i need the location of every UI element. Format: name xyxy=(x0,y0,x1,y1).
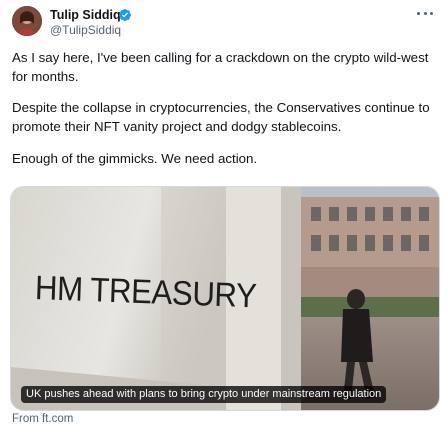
tweet-text: As I say here, I've been calling for a c… xyxy=(12,49,440,169)
tweet-paragraph: Enough of the gimmicks. We need action. xyxy=(12,150,258,166)
author-name[interactable]: Tulip Siddiq xyxy=(50,8,121,22)
sign-text: HM TREASURY xyxy=(34,269,257,316)
link-source[interactable]: From ft.com xyxy=(12,413,73,425)
tweet-paragraph: As I say here, I've been calling for a c… xyxy=(12,50,429,84)
tweet: Tulip Siddiq @TulipSiddiq As I say here,… xyxy=(0,0,447,429)
avatar[interactable] xyxy=(12,6,42,36)
card-caption[interactable]: UK pushes ahead with plans to bring cryp… xyxy=(21,386,387,403)
tweet-paragraph: Despite the collapse in cryptocurrencies… xyxy=(12,100,430,135)
verified-badge-icon xyxy=(119,9,131,21)
more-options-icon[interactable] xyxy=(417,10,433,16)
link-card[interactable]: HM TREASURY UK pushes ahead with plans t… xyxy=(10,186,440,411)
author-handle[interactable]: @TulipSiddiq xyxy=(50,23,121,37)
